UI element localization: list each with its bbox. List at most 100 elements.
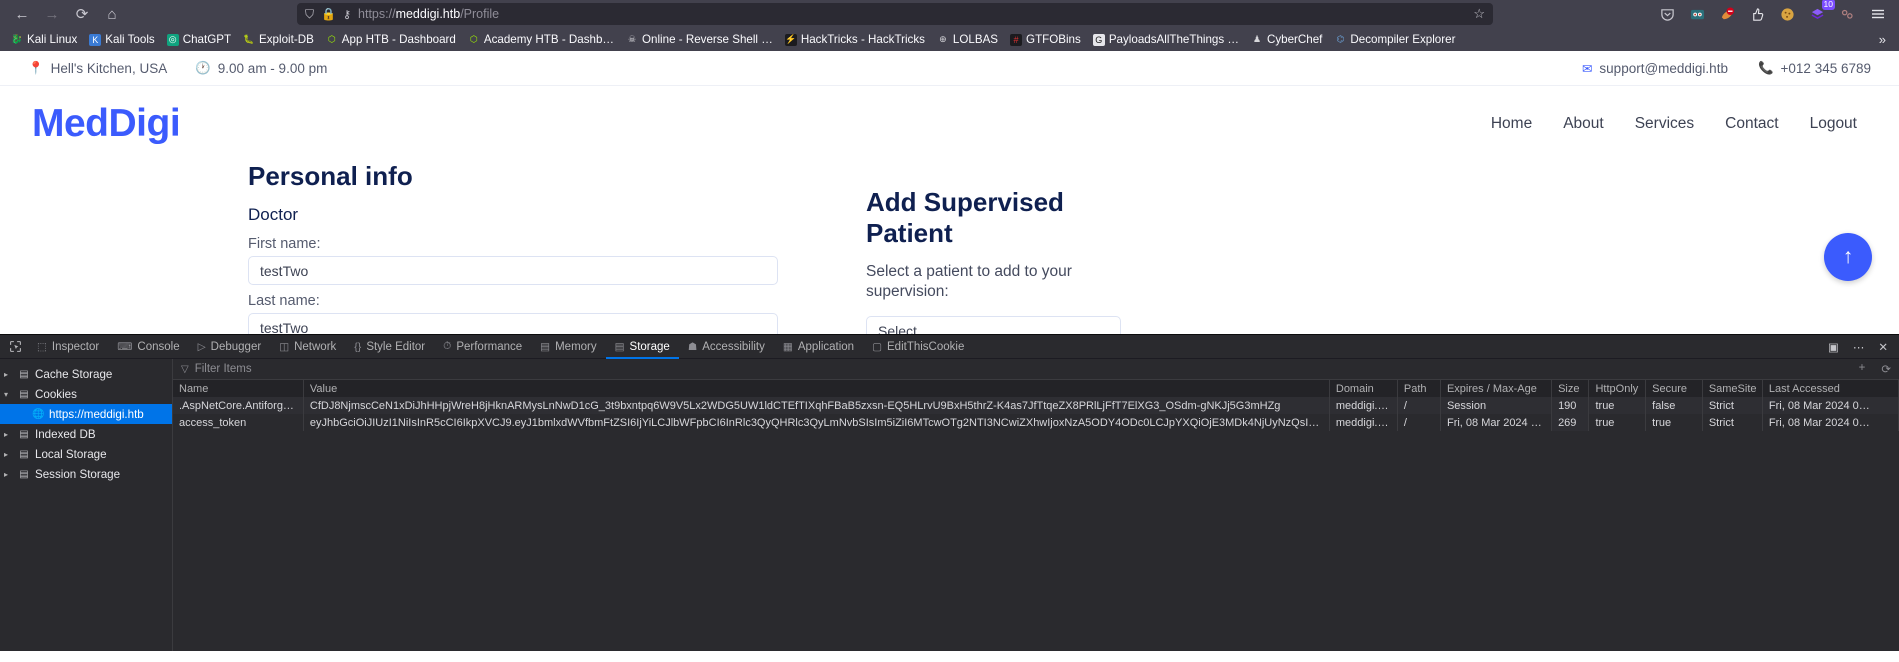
nav-item-services[interactable]: Services	[1635, 115, 1694, 133]
bookmark-item[interactable]: K Kali Tools	[84, 31, 159, 48]
forward-icon[interactable]: →	[38, 2, 66, 26]
column-header-domain[interactable]: Domain	[1329, 380, 1398, 397]
cell-samesite: Strict	[1702, 397, 1763, 414]
devtools-tab-debugger[interactable]: ▷ Debugger	[189, 335, 271, 359]
bookmark-item[interactable]: ☠ Online - Reverse Shell …	[621, 31, 778, 48]
devtools-tab-performance[interactable]: ⏱ Performance	[434, 335, 531, 359]
storage-tree-item-cache-storage[interactable]: ▸ ▤ Cache Storage	[0, 364, 172, 384]
add-item-icon[interactable]: +	[1859, 362, 1866, 376]
shield-icon[interactable]: ⛉	[305, 7, 314, 22]
bookmark-star-icon[interactable]: ☆	[1473, 6, 1485, 22]
address-bar[interactable]: ⛉ 🔒 ⚷ https://meddigi.htb/Profile ☆	[297, 3, 1493, 25]
site-email[interactable]: ✉ support@meddigi.htb	[1582, 61, 1728, 76]
bookmark-item[interactable]: # GTFOBins	[1005, 31, 1086, 48]
devtools-tab-network[interactable]: ◫ Network	[270, 335, 345, 359]
storage-tree-item-local-storage[interactable]: ▸ ▤ Local Storage	[0, 444, 172, 464]
table-row[interactable]: .AspNetCore.Antiforg… CfDJ8NjmscCeN1xDiJ…	[173, 397, 1899, 414]
inspector-icon: ⬚	[37, 340, 47, 353]
editthiscookie-icon: ▢	[872, 340, 882, 353]
bookmark-item[interactable]: ⌬ Decompiler Explorer	[1329, 31, 1460, 48]
bookmark-item[interactable]: G PayloadsAllTheThings …	[1088, 31, 1244, 48]
devtools-tab-application[interactable]: ▦ Application	[774, 335, 863, 359]
nav-item-contact[interactable]: Contact	[1725, 115, 1778, 133]
back-icon[interactable]: ←	[8, 2, 36, 26]
bookmark-item[interactable]: ⬡ App HTB - Dashboard	[321, 31, 461, 48]
wappalyzer-extension-icon[interactable]	[1688, 5, 1707, 24]
foxyproxy-extension-icon[interactable]	[1718, 5, 1737, 24]
refresh-items-icon[interactable]: ⟳	[1881, 362, 1891, 376]
style-editor-icon: {}	[354, 340, 362, 353]
lock-warning-icon[interactable]: 🔒	[321, 7, 336, 21]
app-menu-icon[interactable]	[1868, 5, 1887, 24]
storage-tree-item-indexed-db[interactable]: ▸ ▤ Indexed DB	[0, 424, 172, 444]
hack-tools-extension-icon[interactable]	[1748, 5, 1767, 24]
element-picker-icon[interactable]	[2, 340, 28, 353]
nav-item-logout[interactable]: Logout	[1810, 115, 1857, 133]
column-header-httponly[interactable]: HttpOnly	[1588, 380, 1647, 397]
devtools-meatball-menu-icon[interactable]: ⋯	[1853, 340, 1865, 354]
database-icon: ▤	[19, 388, 29, 400]
last-name-input[interactable]: testTwo	[248, 313, 778, 334]
site-hours-text: 9.00 am - 9.00 pm	[217, 60, 328, 76]
nav-item-home[interactable]: Home	[1491, 115, 1532, 133]
site-logo[interactable]: MedDigi	[32, 102, 181, 146]
key-icon[interactable]: ⚷	[343, 8, 351, 21]
bookmark-item[interactable]: 🐛 Exploit-DB	[238, 31, 319, 48]
bookmark-label: HackTricks - HackTricks	[800, 33, 925, 46]
storage-tree-item-session-storage[interactable]: ▸ ▤ Session Storage	[0, 464, 172, 484]
devtools-tab-console[interactable]: ⌨ Console	[108, 335, 188, 359]
devtools-body: ▸ ▤ Cache Storage ▾ ▤ Cookies 🌐 https://…	[0, 359, 1899, 651]
home-icon[interactable]: ⌂	[98, 2, 126, 26]
nav-item-about[interactable]: About	[1563, 115, 1604, 133]
column-header-size[interactable]: Size	[1551, 380, 1590, 397]
storage-tree-item-meddigi-host[interactable]: 🌐 https://meddigi.htb	[0, 404, 172, 424]
column-header-name[interactable]: Name	[173, 380, 304, 397]
cookies-table: Name Value Domain Path Expires / Max-Age…	[173, 380, 1899, 431]
devtools-toolbar: ⬚ Inspector ⌨ Console ▷ Debugger ◫ Network {…	[0, 335, 1899, 359]
bookmark-label: Exploit-DB	[259, 33, 314, 46]
patient-select[interactable]: Select	[866, 315, 1121, 334]
twisty-icon[interactable]: ▾	[4, 390, 13, 399]
pocket-icon[interactable]	[1658, 5, 1677, 24]
table-row[interactable]: access_token eyJhbGciOiJIUzI1NiIsInR5cCI…	[173, 414, 1899, 431]
column-header-last-accessed[interactable]: Last Accessed	[1762, 380, 1899, 397]
devtools-tab-style-editor[interactable]: {} Style Editor	[345, 335, 434, 359]
downloads-icon[interactable]: 10	[1808, 0, 1835, 24]
column-header-path[interactable]: Path	[1397, 380, 1441, 397]
twisty-icon[interactable]: ▸	[4, 430, 13, 439]
bookmark-item[interactable]: ♟ CyberChef	[1246, 31, 1327, 48]
devtools-tab-inspector[interactable]: ⬚ Inspector	[28, 335, 108, 359]
twisty-icon[interactable]: ▸	[4, 450, 13, 459]
reload-icon[interactable]: ⟳	[68, 2, 96, 26]
filter-input[interactable]: Filter Items	[195, 363, 252, 375]
storage-tree-label: Cache Storage	[35, 367, 113, 381]
devtools-tab-accessibility[interactable]: ☗ Accessibility	[679, 335, 774, 359]
cookie-editor-extension-icon[interactable]	[1778, 5, 1797, 24]
cell-httponly: true	[1588, 397, 1647, 414]
responsive-design-mode-icon[interactable]: ▣	[1828, 340, 1839, 354]
devtools-tab-editthiscookie[interactable]: ▢ EditThisCookie	[863, 335, 973, 359]
site-phone[interactable]: 📞 +012 345 6789	[1758, 61, 1871, 76]
twisty-icon[interactable]: ▸	[4, 470, 13, 479]
bookmark-item[interactable]: ⚡ HackTricks - HackTricks	[780, 31, 930, 48]
devtools-close-icon[interactable]: ✕	[1878, 340, 1888, 354]
scroll-to-top-button[interactable]: ↑	[1824, 233, 1872, 281]
column-header-samesite[interactable]: SameSite	[1702, 380, 1763, 397]
cell-name: access_token	[173, 414, 304, 431]
column-header-secure[interactable]: Secure	[1645, 380, 1703, 397]
first-name-input[interactable]: testTwo	[248, 256, 778, 285]
devtools-tab-storage[interactable]: ▤ Storage	[606, 335, 679, 359]
cell-domain: meddigi.htb	[1329, 414, 1398, 431]
twisty-icon[interactable]: ▸	[4, 370, 13, 379]
column-header-expires[interactable]: Expires / Max-Age	[1440, 380, 1553, 397]
devtools-tab-memory[interactable]: ▤ Memory	[531, 335, 605, 359]
bookmark-item[interactable]: ⊕ LOLBAS	[932, 31, 1003, 48]
database-icon: ▤	[19, 448, 29, 460]
bookmark-item[interactable]: ⬡ Academy HTB - Dashb…	[463, 31, 619, 48]
column-header-value[interactable]: Value	[303, 380, 1330, 397]
bookmarks-overflow-icon[interactable]: »	[1872, 32, 1893, 47]
storage-tree-item-cookies[interactable]: ▾ ▤ Cookies	[0, 384, 172, 404]
containers-icon[interactable]	[1838, 5, 1857, 24]
bookmark-item[interactable]: 🐉 Kali Linux	[6, 31, 82, 48]
bookmark-item[interactable]: ◎ ChatGPT	[162, 31, 236, 48]
